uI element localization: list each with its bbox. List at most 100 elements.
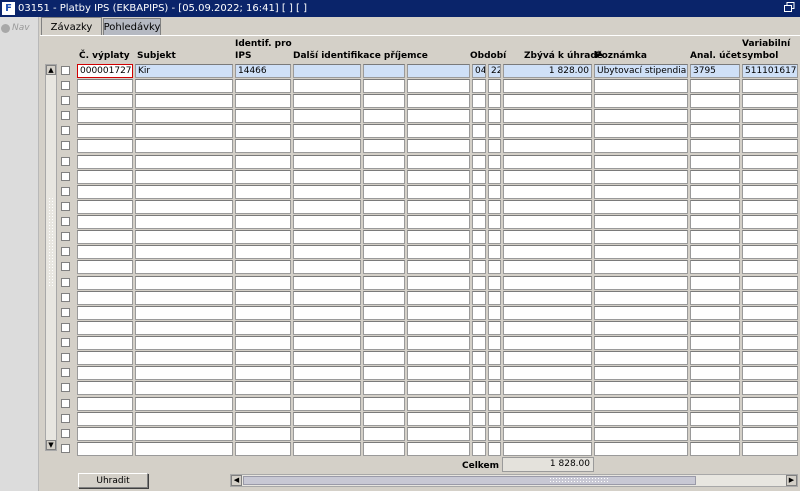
restore-window-icon[interactable]	[784, 2, 795, 13]
row-checkbox[interactable]	[61, 383, 70, 392]
grid-cell[interactable]	[488, 170, 501, 184]
nav-button[interactable]: Nav	[1, 23, 30, 33]
row-checkbox[interactable]	[61, 368, 70, 377]
grid-cell[interactable]	[690, 306, 740, 320]
grid-cell[interactable]	[363, 351, 405, 365]
grid-cell[interactable]	[488, 185, 501, 199]
grid-cell[interactable]	[407, 200, 470, 214]
grid-cell[interactable]	[363, 245, 405, 259]
grid-cell[interactable]	[135, 109, 233, 123]
grid-cell[interactable]	[407, 427, 470, 441]
grid-cell[interactable]	[235, 94, 291, 108]
grid-cell[interactable]	[293, 381, 361, 395]
grid-cell[interactable]	[503, 397, 592, 411]
grid-cell[interactable]	[407, 215, 470, 229]
grid-cell[interactable]	[503, 245, 592, 259]
grid-cell[interactable]	[488, 321, 501, 335]
grid-cell[interactable]	[742, 170, 798, 184]
grid-cell[interactable]	[594, 230, 688, 244]
grid-cell[interactable]	[293, 245, 361, 259]
grid-cell[interactable]	[135, 200, 233, 214]
grid-cell[interactable]	[742, 245, 798, 259]
grid-cell[interactable]	[407, 185, 470, 199]
grid-cell[interactable]	[690, 260, 740, 274]
grid-cell[interactable]	[488, 442, 501, 456]
grid-cell[interactable]	[472, 276, 486, 290]
grid-cell[interactable]	[135, 139, 233, 153]
grid-cell[interactable]	[472, 381, 486, 395]
grid-cell[interactable]	[503, 291, 592, 305]
grid-cell[interactable]	[235, 79, 291, 93]
grid-cell[interactable]	[690, 321, 740, 335]
cell-zbyva[interactable]: 1 828.00	[503, 64, 592, 78]
grid-cell[interactable]	[472, 170, 486, 184]
grid-cell[interactable]	[594, 366, 688, 380]
grid-cell[interactable]	[488, 109, 501, 123]
grid-cell[interactable]	[472, 366, 486, 380]
grid-cell[interactable]	[488, 79, 501, 93]
grid-cell[interactable]	[690, 245, 740, 259]
grid-cell[interactable]	[488, 215, 501, 229]
grid-cell[interactable]	[594, 200, 688, 214]
grid-cell[interactable]	[594, 276, 688, 290]
grid-cell[interactable]	[690, 94, 740, 108]
grid-cell[interactable]	[363, 381, 405, 395]
grid-cell[interactable]	[407, 230, 470, 244]
row-checkbox[interactable]	[61, 141, 70, 150]
grid-cell[interactable]	[135, 321, 233, 335]
grid-cell[interactable]	[407, 291, 470, 305]
grid-cell[interactable]	[77, 139, 133, 153]
grid-cell[interactable]	[742, 185, 798, 199]
grid-cell[interactable]	[363, 139, 405, 153]
grid-cell[interactable]	[472, 200, 486, 214]
grid-cell[interactable]	[135, 412, 233, 426]
grid-cell[interactable]	[363, 230, 405, 244]
vertical-scrollbar[interactable]: ▲ ▼	[45, 64, 57, 451]
grid-cell[interactable]	[472, 412, 486, 426]
grid-cell[interactable]	[472, 397, 486, 411]
row-checkbox[interactable]	[61, 111, 70, 120]
grid-cell[interactable]	[742, 155, 798, 169]
grid-cell[interactable]	[77, 442, 133, 456]
grid-cell[interactable]	[690, 381, 740, 395]
grid-cell[interactable]	[293, 427, 361, 441]
grid-cell[interactable]	[363, 427, 405, 441]
grid-cell[interactable]	[742, 397, 798, 411]
grid-cell[interactable]	[363, 200, 405, 214]
grid-cell[interactable]	[407, 155, 470, 169]
grid-cell[interactable]	[77, 245, 133, 259]
grid-cell[interactable]	[135, 397, 233, 411]
grid-cell[interactable]	[235, 336, 291, 350]
grid-cell[interactable]	[135, 351, 233, 365]
grid-cell[interactable]	[488, 306, 501, 320]
grid-cell[interactable]	[472, 79, 486, 93]
grid-cell[interactable]	[690, 366, 740, 380]
horizontal-scrollbar[interactable]: ◀ ▶	[230, 474, 798, 487]
grid-cell[interactable]	[293, 306, 361, 320]
grid-cell[interactable]	[488, 155, 501, 169]
scroll-grip[interactable]	[48, 197, 54, 287]
grid-cell[interactable]	[293, 139, 361, 153]
grid-cell[interactable]	[235, 427, 291, 441]
grid-cell[interactable]	[77, 321, 133, 335]
scroll-down-icon[interactable]: ▼	[46, 440, 56, 450]
grid-cell[interactable]	[742, 260, 798, 274]
grid-cell[interactable]	[594, 321, 688, 335]
grid-cell[interactable]	[690, 291, 740, 305]
grid-cell[interactable]	[742, 291, 798, 305]
grid-cell[interactable]	[594, 381, 688, 395]
grid-cell[interactable]	[235, 366, 291, 380]
row-checkbox[interactable]	[61, 399, 70, 408]
grid-cell[interactable]	[503, 260, 592, 274]
grid-cell[interactable]	[77, 366, 133, 380]
grid-cell[interactable]	[77, 79, 133, 93]
row-checkbox[interactable]	[61, 444, 70, 453]
cell-cislo-vyplaty[interactable]: 0000017270	[77, 64, 133, 78]
row-checkbox[interactable]	[61, 429, 70, 438]
grid-cell[interactable]	[293, 79, 361, 93]
scroll-left-icon[interactable]: ◀	[231, 475, 242, 486]
grid-cell[interactable]	[503, 185, 592, 199]
grid-cell[interactable]	[472, 321, 486, 335]
row-checkbox[interactable]	[61, 172, 70, 181]
grid-cell[interactable]	[363, 291, 405, 305]
